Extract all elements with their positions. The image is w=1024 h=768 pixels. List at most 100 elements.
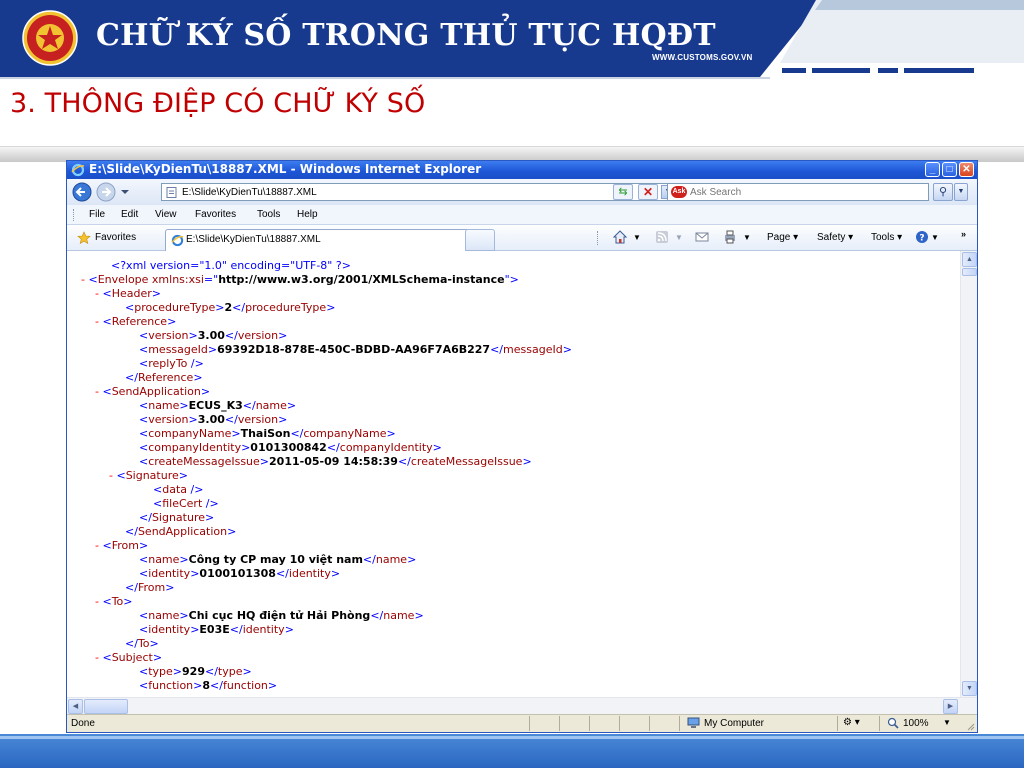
print-icon[interactable]: [723, 230, 737, 244]
menu-view[interactable]: View: [155, 209, 177, 220]
xml-line: <companyName>ThaiSon</companyName>: [139, 427, 396, 441]
search-options-dropdown-icon[interactable]: ▼: [954, 183, 968, 201]
window-titlebar[interactable]: E:\Slide\KyDienTu\18887.XML - Windows In…: [67, 161, 977, 179]
xml-markup: >: [432, 441, 442, 454]
page-menu-button[interactable]: Page ▾: [767, 232, 798, 243]
ie-logo-icon: [71, 163, 85, 177]
xml-markup: >: [284, 623, 294, 636]
feeds-icon[interactable]: [655, 230, 669, 244]
xml-tag-name: identity: [148, 567, 191, 580]
menu-favorites[interactable]: Favorites: [195, 209, 236, 220]
xml-markup: >: [205, 511, 215, 524]
xml-markup: <: [139, 413, 149, 426]
home-icon[interactable]: [613, 230, 627, 244]
xml-line: <companyIdentity>0101300842</companyIden…: [139, 441, 442, 455]
feeds-dropdown-icon[interactable]: ▼: [675, 233, 683, 242]
xml-markup: <: [102, 385, 112, 398]
mail-icon[interactable]: [695, 230, 709, 244]
xml-markup: >: [193, 679, 203, 692]
status-pane: [559, 716, 560, 731]
xml-tag-name: version: [148, 413, 189, 426]
search-field[interactable]: Ask: [667, 183, 929, 201]
xml-line[interactable]: - <Signature>: [109, 469, 188, 483]
scroll-down-icon[interactable]: ▼: [962, 681, 977, 696]
xml-line[interactable]: - <To>: [95, 595, 133, 609]
search-input[interactable]: [690, 185, 920, 199]
maximize-button[interactable]: □: [942, 162, 957, 177]
menu-edit[interactable]: Edit: [121, 209, 138, 220]
xml-markup: />: [187, 483, 204, 496]
xml-line[interactable]: - <Subject>: [95, 651, 162, 665]
xml-markup: >: [407, 553, 417, 566]
xml-markup: >: [522, 455, 532, 468]
xml-markup: >: [167, 315, 177, 328]
xml-text-value: 8: [202, 679, 211, 692]
resize-grip-icon[interactable]: [965, 721, 975, 731]
xml-markup: <: [139, 399, 149, 412]
toolbar-overflow-icon[interactable]: »: [961, 229, 966, 239]
xml-text-value: 0101300842: [250, 441, 327, 454]
zoom-level[interactable]: 100%: [903, 718, 929, 729]
xml-markup: <: [102, 595, 112, 608]
xml-attr-name: xmlns:xsi: [151, 273, 204, 286]
xml-tag-name: companyName: [303, 427, 387, 440]
menu-tools[interactable]: Tools: [257, 209, 280, 220]
zoom-icon[interactable]: [887, 717, 899, 729]
xml-markup: >: [286, 399, 297, 412]
back-arrow-icon[interactable]: [71, 182, 93, 202]
xml-markup: <: [125, 301, 135, 314]
xml-markup: </: [242, 399, 256, 412]
vertical-scrollbar[interactable]: ▲ ▼: [960, 251, 977, 697]
scroll-left-icon[interactable]: ◀: [68, 699, 83, 714]
stop-icon[interactable]: ✕: [638, 184, 658, 200]
print-dropdown-icon[interactable]: ▼: [743, 233, 751, 242]
footer-stripe: [0, 736, 1024, 739]
xml-line[interactable]: - <From>: [95, 539, 148, 553]
xml-markup: <: [102, 287, 112, 300]
horizontal-scrollbar[interactable]: ◀ ▶: [67, 697, 977, 714]
xml-markup: </: [224, 413, 238, 426]
xml-line[interactable]: - <Header>: [95, 287, 161, 301]
address-field[interactable]: ▼: [161, 183, 677, 201]
xml-tag-name: identity: [148, 623, 191, 636]
hscroll-thumb[interactable]: [84, 699, 128, 714]
xml-markup: >: [188, 329, 198, 342]
favorites-star-icon[interactable]: [77, 231, 91, 245]
xml-tag-name: SendApplication: [137, 525, 228, 538]
minimize-button[interactable]: _: [925, 162, 940, 177]
help-icon[interactable]: ?: [915, 230, 929, 244]
xml-markup: <: [139, 357, 149, 370]
home-dropdown-icon[interactable]: ▼: [633, 233, 641, 242]
history-dropdown-icon[interactable]: [119, 182, 131, 202]
new-tab-button[interactable]: [465, 229, 495, 251]
menu-help[interactable]: Help: [297, 209, 318, 220]
xml-line[interactable]: - <SendApplication>: [95, 385, 210, 399]
xml-markup: <: [102, 539, 112, 552]
xml-markup: >: [178, 469, 188, 482]
favorites-button[interactable]: Favorites: [95, 232, 136, 243]
close-button[interactable]: ✕: [959, 162, 974, 177]
protected-mode-icon[interactable]: ⚙ ▾: [843, 717, 860, 728]
help-dropdown-icon[interactable]: ▼: [931, 233, 939, 242]
xml-markup: >: [231, 427, 241, 440]
refresh-icon[interactable]: ⇆: [613, 184, 633, 200]
xml-markup: </: [490, 343, 504, 356]
search-icon[interactable]: ⚲: [933, 183, 953, 201]
xml-markup: >: [386, 427, 396, 440]
xml-markup: >: [193, 371, 203, 384]
tab-active[interactable]: E:\Slide\KyDienTu\18887.XML: [165, 229, 481, 251]
forward-arrow-icon[interactable]: [95, 182, 117, 202]
xml-markup: ">: [504, 273, 519, 286]
website-label: WWW.CUSTOMS.GOV.VN: [652, 53, 753, 62]
xml-line[interactable]: - <Envelope xmlns:xsi="http://www.w3.org…: [81, 273, 519, 287]
safety-menu-button[interactable]: Safety ▾: [817, 232, 853, 243]
zoom-dropdown-icon[interactable]: ▼: [943, 718, 951, 727]
scroll-up-icon[interactable]: ▲: [962, 252, 977, 267]
menu-file[interactable]: File: [89, 209, 105, 220]
scroll-thumb[interactable]: [962, 268, 977, 276]
scroll-right-icon[interactable]: ▶: [943, 699, 958, 714]
address-input[interactable]: [182, 185, 652, 199]
status-text: Done: [71, 718, 95, 729]
tools-menu-button[interactable]: Tools ▾: [871, 232, 902, 243]
xml-line[interactable]: - <Reference>: [95, 315, 176, 329]
